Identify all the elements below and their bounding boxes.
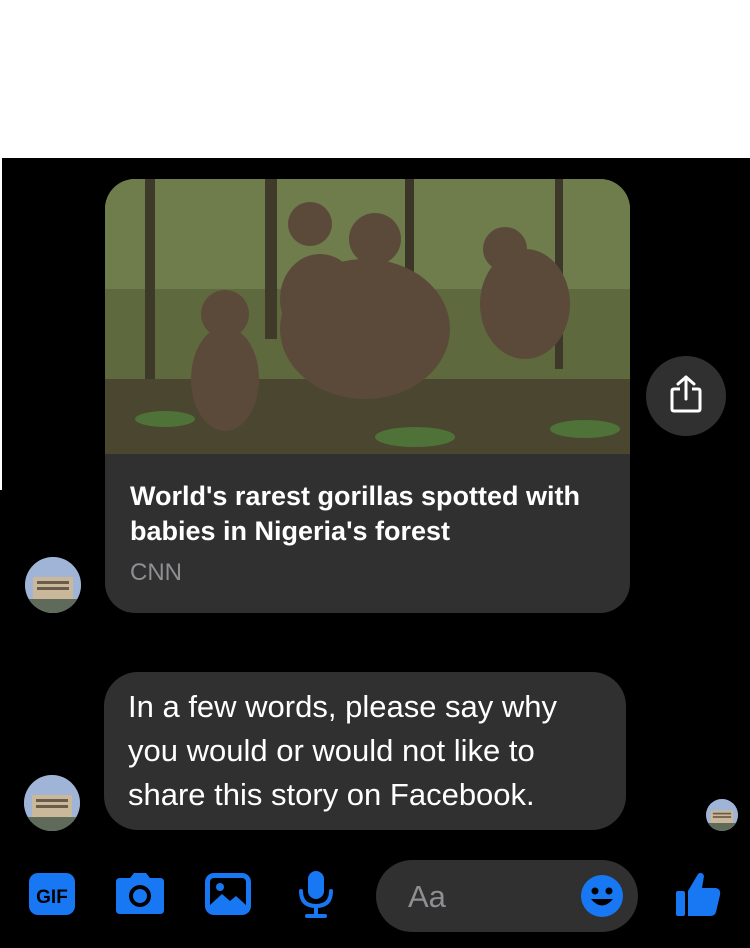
message-input-field[interactable] xyxy=(376,860,638,932)
image-icon xyxy=(203,871,253,922)
message-bubble[interactable]: In a few words, please say why you would… xyxy=(104,672,626,830)
share-button[interactable] xyxy=(646,356,726,436)
message-text: In a few words, please say why you would… xyxy=(128,689,558,812)
gif-icon: GIF xyxy=(27,871,77,922)
emoji-icon[interactable] xyxy=(580,874,624,918)
read-receipt-avatar xyxy=(706,799,738,831)
gif-button[interactable]: GIF xyxy=(26,870,78,922)
svg-text:GIF: GIF xyxy=(36,887,68,908)
message-input[interactable] xyxy=(406,874,580,920)
camera-button[interactable] xyxy=(114,870,166,922)
avatar[interactable] xyxy=(24,775,80,831)
left-edge-divider xyxy=(0,158,2,490)
camera-icon xyxy=(114,872,166,921)
share-icon xyxy=(668,374,704,419)
top-blank-area xyxy=(0,0,750,158)
article-thumbnail[interactable] xyxy=(105,179,630,454)
thumbs-up-icon xyxy=(674,870,722,923)
link-preview-card[interactable]: World's rarest gorillas spotted with bab… xyxy=(105,179,630,613)
microphone-icon xyxy=(296,869,336,924)
article-title[interactable]: World's rarest gorillas spotted with bab… xyxy=(130,479,600,549)
article-source: CNN xyxy=(130,559,182,586)
like-button[interactable] xyxy=(672,870,724,922)
microphone-button[interactable] xyxy=(290,870,342,922)
image-button[interactable] xyxy=(202,870,254,922)
avatar[interactable] xyxy=(25,557,81,613)
